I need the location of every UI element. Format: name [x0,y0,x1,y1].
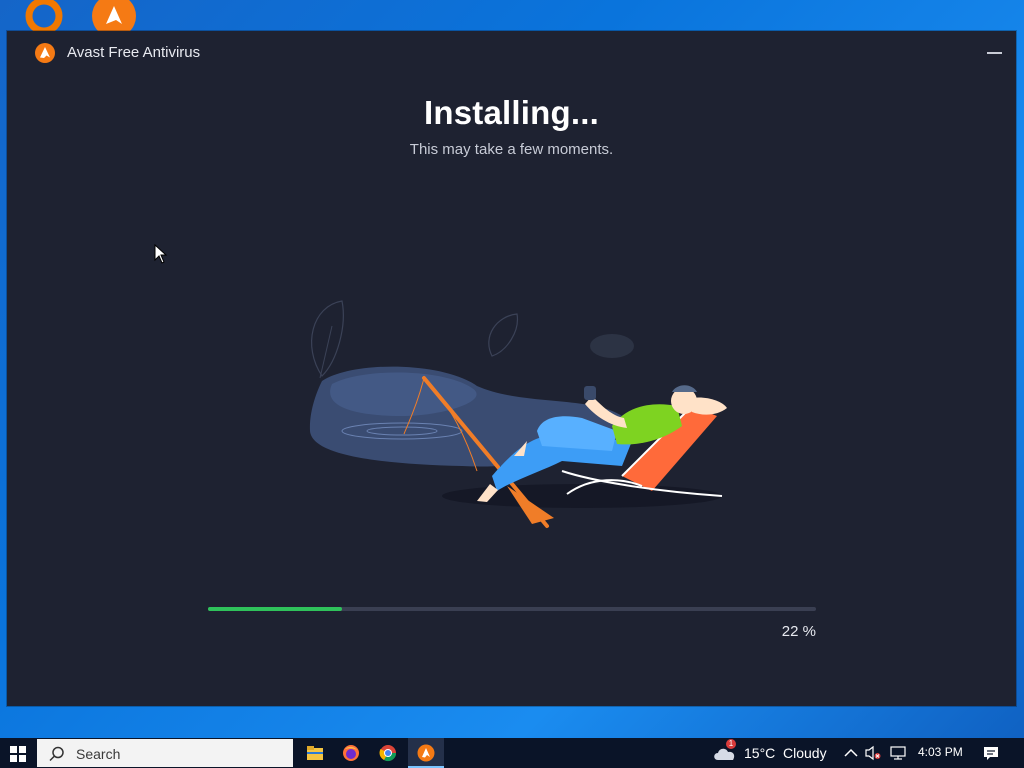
search-icon [49,746,64,762]
taskbar-firefox[interactable] [333,738,369,768]
mouse-cursor-icon [154,244,168,264]
taskbar-chrome[interactable] [370,738,406,768]
speaker-muted-icon[interactable] [864,745,882,761]
progress-fill [208,607,342,611]
firefox-icon [343,745,359,761]
page-subtitle: This may take a few moments. [409,141,614,158]
weather-badge: 1 [726,739,736,749]
title-bar: Avast Free Antivirus [7,31,1016,75]
installer-window: Avast Free Antivirus Installing... This … [7,31,1016,706]
weather-temperature: 15°C [744,745,776,761]
taskbar-file-explorer[interactable] [297,738,333,768]
chevron-up-icon[interactable] [842,745,860,761]
taskbar-clock[interactable]: 4:03 PM [918,745,963,759]
windows-logo-icon [10,746,26,762]
weather-widget[interactable]: 1 15°C Cloudy [710,738,830,768]
install-progress-bar [208,607,816,611]
avast-logo-icon [35,43,55,63]
relaxing-fisherman-illustration [309,300,727,528]
file-explorer-icon [307,746,323,760]
notification-center-icon[interactable] [982,744,1000,762]
taskbar: Search 1 15°C Cloudy 4:03 PM [0,738,1024,768]
network-icon[interactable] [889,745,907,761]
taskbar-avast[interactable] [408,738,444,768]
search-label: Search [76,746,121,762]
start-button[interactable] [0,738,36,768]
page-title: Installing... [424,94,599,131]
window-title: Avast Free Antivirus [67,44,201,61]
avast-icon [417,744,435,762]
taskbar-search-box[interactable]: Search [37,739,293,767]
minimize-button[interactable] [982,41,1006,65]
progress-percentage: 22 % [781,623,816,640]
chrome-icon [379,745,397,762]
weather-condition: Cloudy [783,745,827,761]
